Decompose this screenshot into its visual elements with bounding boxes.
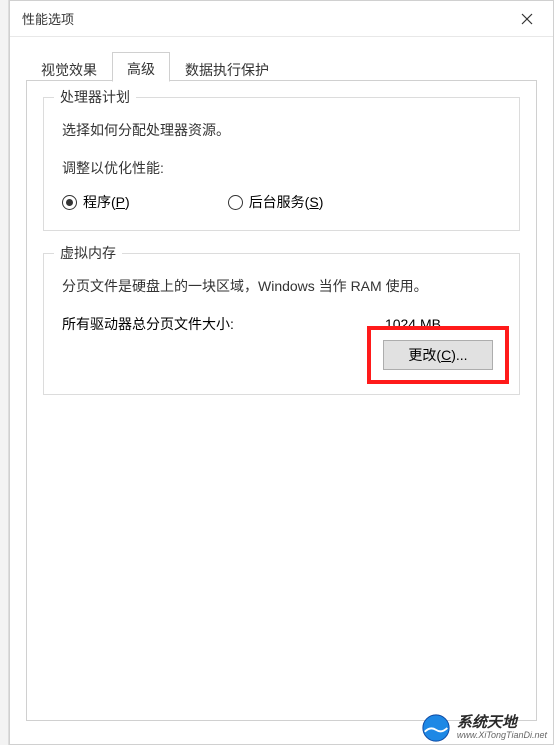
radio-label: 后台服务(S) — [249, 192, 324, 212]
radio-background-services[interactable]: 后台服务(S) — [228, 192, 324, 212]
group-legend: 处理器计划 — [54, 87, 136, 107]
close-icon — [521, 13, 533, 25]
tab-visual-effects[interactable]: 视觉效果 — [26, 52, 112, 82]
tab-panel-advanced: 处理器计划 选择如何分配处理器资源。 调整以优化性能: 程序(P) 后台服务(S… — [26, 81, 537, 721]
radio-icon — [62, 195, 77, 210]
left-window-edge — [0, 0, 9, 745]
group-legend: 虚拟内存 — [54, 243, 122, 263]
client-area: 视觉效果 高级 数据执行保护 处理器计划 选择如何分配处理器资源。 调整以优化性… — [10, 37, 553, 735]
tab-label: 高级 — [127, 59, 155, 79]
radio-label: 程序(P) — [83, 192, 130, 212]
tab-label: 数据执行保护 — [185, 60, 269, 80]
change-button[interactable]: 更改(C)... — [383, 340, 493, 370]
window-title: 性能选项 — [22, 9, 74, 28]
tab-strip: 视觉效果 高级 数据执行保护 — [26, 51, 537, 81]
radio-programs[interactable]: 程序(P) — [62, 192, 130, 212]
titlebar: 性能选项 — [10, 1, 553, 37]
adjust-label: 调整以优化性能: — [62, 158, 501, 178]
performance-options-window: 性能选项 视觉效果 高级 数据执行保护 处理器计划 选择如何分配处理器资源。 — [9, 0, 554, 745]
processor-desc: 选择如何分配处理器资源。 — [62, 120, 501, 140]
tab-advanced[interactable]: 高级 — [112, 52, 170, 82]
processor-scheduling-group: 处理器计划 选择如何分配处理器资源。 调整以优化性能: 程序(P) 后台服务(S… — [43, 97, 520, 231]
radio-row: 程序(P) 后台服务(S) — [62, 192, 501, 212]
tab-dep[interactable]: 数据执行保护 — [170, 52, 284, 82]
virtual-memory-group: 虚拟内存 分页文件是硬盘上的一块区域，Windows 当作 RAM 使用。 所有… — [43, 253, 520, 395]
tab-label: 视觉效果 — [41, 60, 97, 80]
change-button-highlight: 更改(C)... — [367, 326, 509, 384]
vm-total-label: 所有驱动器总分页文件大小: — [62, 314, 234, 334]
vm-desc: 分页文件是硬盘上的一块区域，Windows 当作 RAM 使用。 — [62, 276, 501, 296]
close-button[interactable] — [507, 4, 547, 34]
radio-icon — [228, 195, 243, 210]
